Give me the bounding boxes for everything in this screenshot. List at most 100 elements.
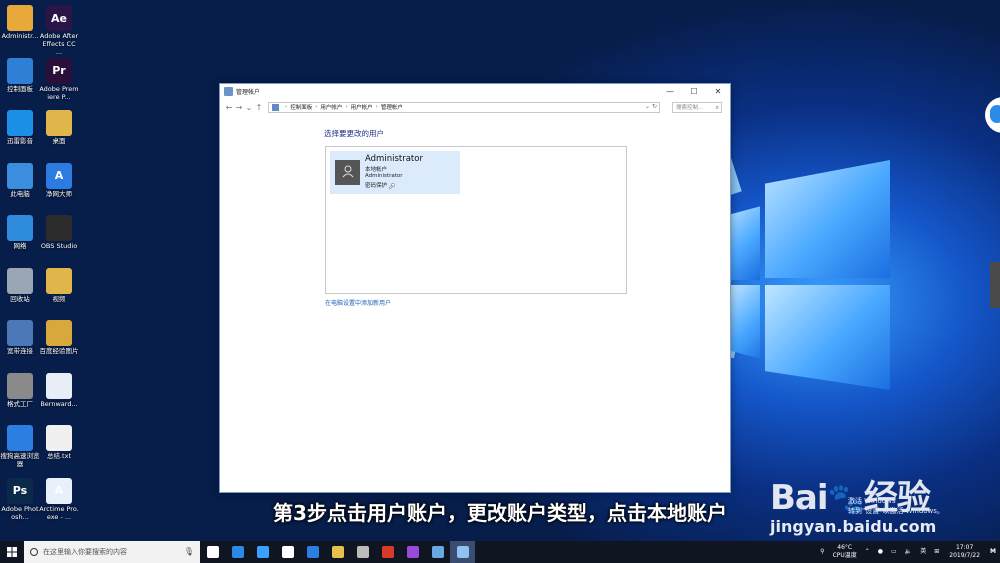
desktop-icon-label: Adobe Premiere P... (39, 84, 79, 101)
desktop-icon-broadband[interactable]: 宽带连接 (0, 317, 40, 355)
taskbar-app-premiere[interactable] (400, 541, 425, 563)
desktop-icon-control-panel[interactable]: 控制面板 (0, 55, 40, 93)
input-method-indicator[interactable]: 英 (916, 548, 930, 556)
baidu-jingyan-url: jingyan.baidu.com (770, 517, 937, 536)
breadcrumb-item[interactable]: 管理帐户 (381, 103, 403, 111)
account-protection: 密码保护 (365, 183, 388, 189)
up-button[interactable]: ↑ (254, 103, 264, 112)
obs-icon (356, 546, 369, 558)
minimize-button[interactable]: — (658, 84, 682, 99)
desktop-icon-network[interactable]: 网络 (0, 212, 40, 250)
desktop-icon-label: OBS Studio (40, 242, 78, 250)
ime-mode-icon[interactable]: ⊞ (930, 548, 943, 556)
desktop-icon-format-factory[interactable]: 格式工厂 (0, 370, 40, 408)
recent-locations-button[interactable]: ⌄ (244, 103, 254, 112)
taskbar-app-edge[interactable] (225, 541, 250, 563)
desktop-icon-label: 桌面 (52, 137, 66, 145)
breadcrumb-separator: › (345, 104, 348, 110)
taskbar-app-control-panel-task[interactable] (425, 541, 450, 563)
cpu-temp-value: 46°C (837, 544, 853, 551)
notification-center-icon[interactable]: M (986, 548, 1000, 556)
network-tray-icon[interactable]: ▭ (887, 548, 901, 556)
desktop-icon-obs[interactable]: OBS Studio (39, 212, 79, 250)
desktop-icon-video-folder[interactable]: 视频 (39, 265, 79, 303)
windows-start-icon (7, 547, 17, 557)
windows-logo-pane (765, 160, 890, 278)
desktop-icon-user-folder[interactable]: Administr... (0, 2, 40, 40)
taskbar-app-wps[interactable] (375, 541, 400, 563)
title-bar[interactable]: 管理帐户 — ☐ ✕ (220, 84, 730, 99)
add-new-user-link[interactable]: 在电脑设置中添加新用户 (325, 298, 391, 307)
start-button[interactable] (0, 541, 24, 563)
windows-logo-pane (730, 206, 760, 280)
breadcrumb-separator: › (315, 104, 318, 110)
taskbar-apps (200, 541, 475, 563)
desktop-icon-label: 此电脑 (10, 189, 30, 198)
breadcrumb-item[interactable]: 控制面板 (290, 103, 312, 111)
page-heading: 选择要更改的用户 (324, 129, 384, 138)
windows-logo-pane (765, 285, 890, 390)
breadcrumb-item[interactable]: 用户帐户 (351, 103, 373, 111)
refresh-icon[interactable]: ↻ (652, 103, 657, 110)
address-bar[interactable]: › 控制面板 › 用户帐户 › 用户帐户 › 管理帐户 ⌄ ↻ (268, 101, 660, 113)
desktop-icon-folder[interactable]: 百度经验图片 (39, 317, 79, 355)
back-button[interactable]: ← (224, 103, 234, 112)
after-effects-icon: Ae (46, 5, 72, 31)
file-explorer-icon (331, 546, 344, 558)
video-folder-icon (46, 267, 72, 294)
text-file-icon (46, 425, 72, 451)
account-type: 本地帐户 (365, 167, 388, 173)
system-clock[interactable]: 17:07 2019/7/22 (943, 544, 986, 560)
taskbar-app-xunlei[interactable] (250, 541, 275, 563)
desktop-icon-after-effects[interactable]: Ae Adobe After Effects CC ... (39, 2, 79, 56)
user-accounts-icon (224, 87, 233, 96)
taskbar-app-sogou-browser[interactable] (300, 541, 325, 563)
desktop-icon-label: 净网大师 (46, 189, 72, 198)
taskbar-app-baidu-netdisk[interactable] (275, 541, 300, 563)
taskbar-app-file-explorer[interactable] (325, 541, 350, 563)
search-control-panel-input[interactable]: 搜索控制... ⌕ (672, 101, 722, 113)
desktop-icon-desktop-folder[interactable]: 桌面 (39, 107, 79, 145)
desktop-icon-bernward[interactable]: Bernward... (39, 370, 79, 408)
desktop-icon-sogou-browser[interactable]: 搜狗高速浏览器 (0, 422, 40, 468)
desktop-icon-text-file[interactable]: 总结.txt (39, 422, 79, 460)
people-icon[interactable]: ⚲ (816, 548, 828, 556)
desktop-icon-xunlei-player[interactable]: 迅雷影音 (0, 107, 40, 145)
obs-icon (46, 215, 72, 241)
taskbar-app-task-view[interactable] (200, 541, 225, 563)
search-icon: ⌕ (715, 103, 719, 111)
desktop-icon-this-pc[interactable]: 此电脑 (0, 160, 40, 198)
jingwang-icon: A (46, 162, 72, 189)
breadcrumb-item[interactable]: 用户帐户 (320, 103, 342, 111)
control-panel-icon (7, 57, 33, 84)
taskbar-app-manage-accounts-task[interactable] (450, 541, 475, 563)
volume-icon[interactable]: 🔈 (901, 548, 916, 556)
taskbar-search-box[interactable]: 在这里输入你要搜索的内容 🎙 (24, 541, 200, 563)
desktop-icon-recycle-bin[interactable]: 回收站 (0, 265, 40, 303)
close-button[interactable]: ✕ (706, 84, 730, 99)
assistant-icon (990, 105, 1000, 123)
cpu-temperature: 46°C CPU温度 (829, 544, 861, 560)
taskbar-app-obs[interactable] (350, 541, 375, 563)
microphone-icon[interactable]: 🎙 (184, 547, 194, 556)
show-hidden-icons-button[interactable]: ⌃ (861, 548, 874, 556)
desktop-icon-label: 百度经验图片 (39, 347, 79, 355)
edge-icon (231, 546, 244, 558)
side-panel-tab[interactable] (990, 262, 1000, 308)
address-dropdown-icon[interactable]: ⌄ (645, 103, 650, 110)
breadcrumb-separator: › (375, 104, 378, 110)
desktop-icon-label: 控制面板 (7, 84, 33, 93)
account-tile-administrator[interactable]: Administrator 本地帐户 Administrator 密码保护 ➚ (330, 151, 460, 194)
cortana-icon (30, 548, 38, 556)
bernward-icon (46, 372, 72, 399)
desktop-icon-jingwang[interactable]: A 净网大师 (39, 160, 79, 198)
forward-button[interactable]: → (234, 103, 244, 112)
qq-icon[interactable]: ● (874, 548, 887, 556)
wps-icon (381, 546, 394, 558)
desktop-icon-premiere[interactable]: Pr Adobe Premiere P... (39, 55, 79, 101)
desktop-icon-label: 迅雷影音 (7, 137, 33, 145)
xunlei-icon (256, 546, 269, 558)
maximize-button[interactable]: ☐ (682, 84, 706, 99)
main-content: 选择要更改的用户 Administrator 本地帐户 Administrato… (220, 115, 730, 492)
accounts-list: Administrator 本地帐户 Administrator 密码保护 ➚ (325, 146, 627, 294)
